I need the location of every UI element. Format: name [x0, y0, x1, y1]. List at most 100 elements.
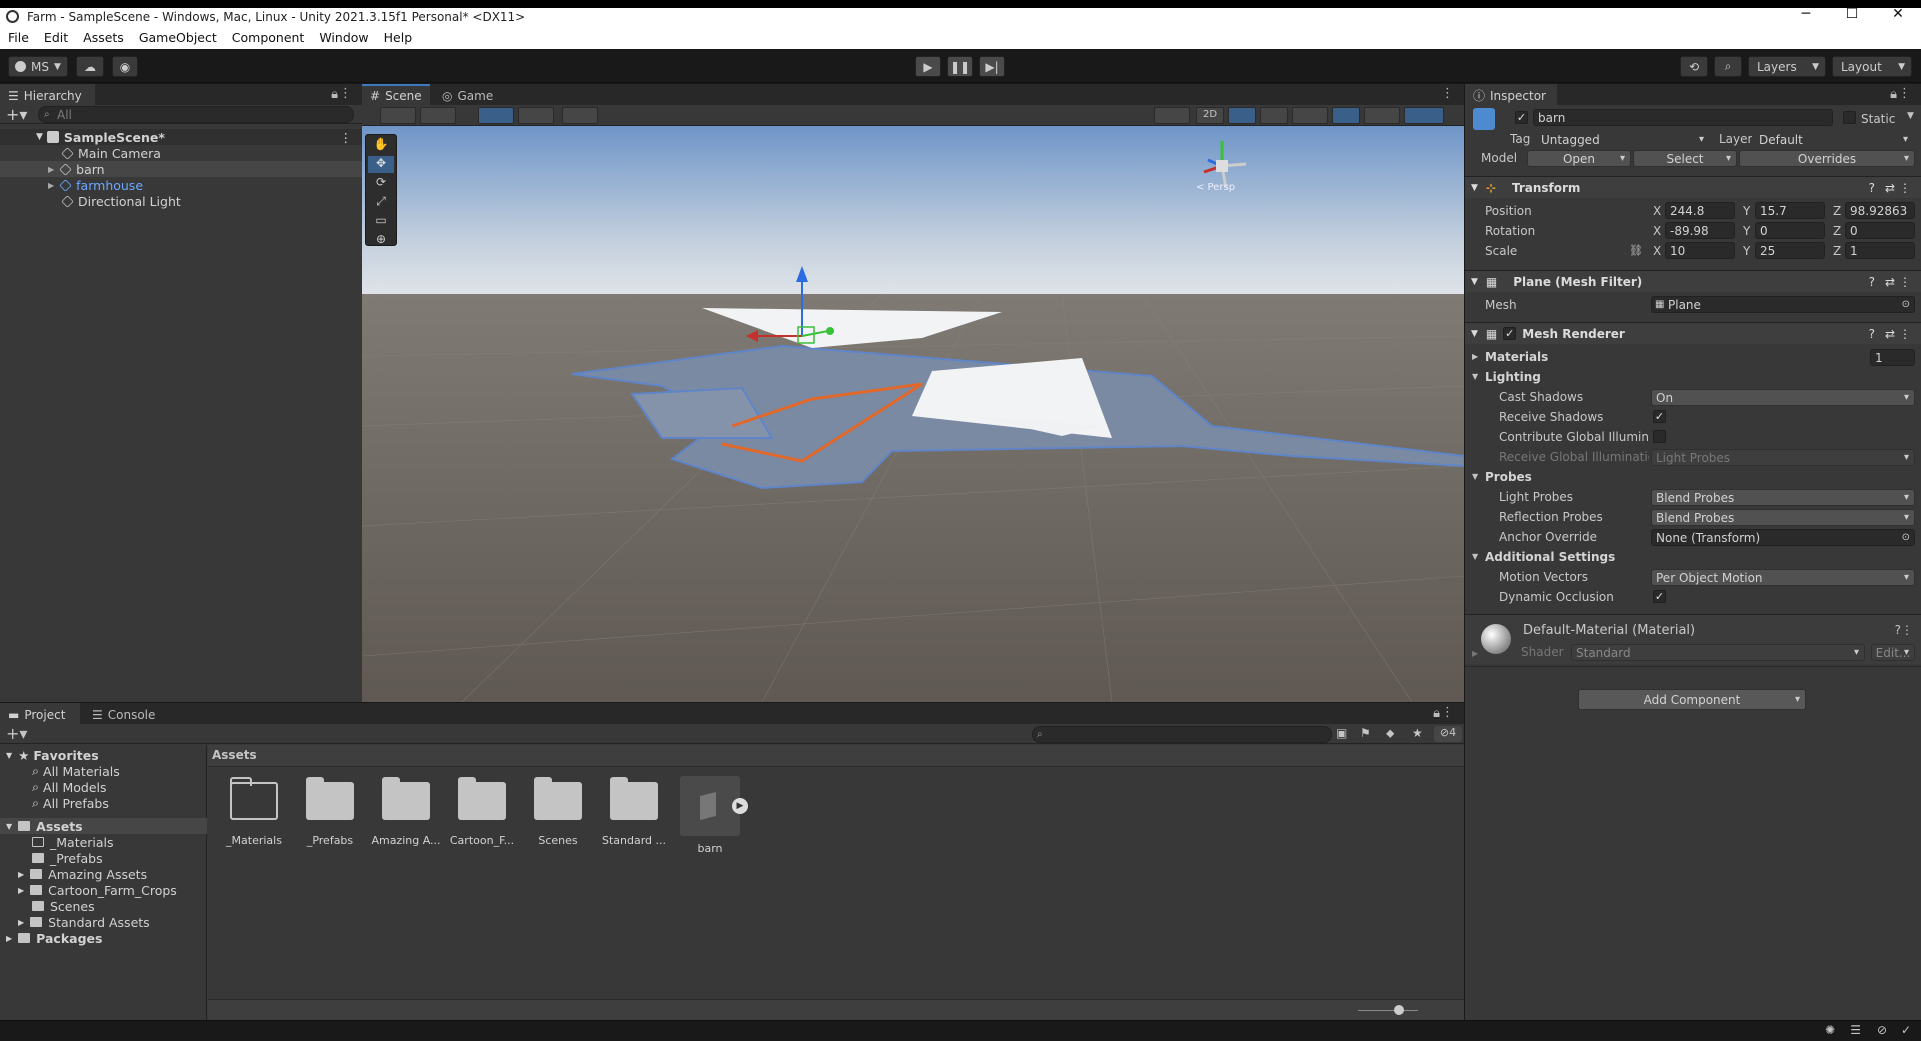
layers-dropdown[interactable]: Layers ▼: [1748, 56, 1826, 77]
help-icon[interactable]: ?: [1869, 327, 1875, 341]
expand-arrow-icon[interactable]: ▶: [1472, 352, 1478, 361]
asset-standard-assets-folder[interactable]: Standard ...: [598, 777, 670, 847]
kebab-menu-icon[interactable]: ⋮: [1441, 705, 1454, 720]
breadcrumb[interactable]: Assets: [212, 748, 257, 762]
tab-game[interactable]: ◎ Game: [434, 84, 496, 105]
kebab-menu-icon[interactable]: ⋮: [1899, 275, 1911, 289]
overrides-dropdown[interactable]: Overrides: [1739, 150, 1915, 167]
lighting-label[interactable]: Lighting: [1485, 370, 1541, 384]
cache-icon[interactable]: ☰: [1850, 1023, 1861, 1037]
menu-file[interactable]: File: [8, 30, 29, 45]
anchor-override-field[interactable]: None (Transform) ⊙: [1651, 529, 1915, 546]
asset-materials-folder[interactable]: _Materials: [218, 777, 290, 847]
scene-row[interactable]: ▼ SampleScene* ⋮: [0, 129, 362, 145]
static-checkbox[interactable]: [1843, 111, 1856, 124]
hierarchy-item-barn[interactable]: ▶ barn: [0, 161, 362, 177]
expand-arrow-icon[interactable]: ▼: [1472, 552, 1478, 561]
tag-icon[interactable]: ⬥: [1386, 726, 1394, 741]
shader-edit-button[interactable]: Edit...: [1871, 644, 1915, 661]
link-icon[interactable]: ⛓: [1629, 244, 1643, 257]
asset-prefabs-folder[interactable]: _Prefabs: [294, 777, 366, 847]
zoom-slider-thumb[interactable]: [1394, 1005, 1404, 1015]
search-button[interactable]: ⌕: [1714, 56, 1742, 77]
add-icon[interactable]: +▾: [6, 105, 27, 124]
shading-mode-button[interactable]: [1154, 107, 1190, 124]
scale-z-field[interactable]: 1: [1845, 242, 1915, 259]
object-picker-icon[interactable]: ⊙: [1902, 532, 1910, 543]
probes-label[interactable]: Probes: [1485, 470, 1532, 484]
zoom-slider-track[interactable]: [1358, 1010, 1418, 1011]
asset-scenes-folder[interactable]: Scenes: [522, 777, 594, 847]
add-component-button[interactable]: Add Component: [1578, 689, 1806, 710]
search-by-label-icon[interactable]: ⚑: [1360, 726, 1371, 740]
tab-hierarchy[interactable]: ☰ Hierarchy: [0, 84, 95, 105]
materials-label[interactable]: Materials: [1485, 350, 1548, 364]
draw-mode-button[interactable]: [380, 107, 416, 124]
2d-toggle-button[interactable]: 2D: [1196, 107, 1224, 124]
maximize-button[interactable]: ☐: [1829, 6, 1875, 22]
menu-edit[interactable]: Edit: [44, 30, 68, 45]
kebab-menu-icon[interactable]: ⋮: [340, 130, 353, 145]
favorites-row[interactable]: ▼ ★ Favorites: [0, 747, 99, 763]
receive-shadows-checkbox[interactable]: ✓: [1653, 410, 1666, 423]
grid-snap-button[interactable]: [478, 107, 514, 124]
rect-tool-icon[interactable]: ▭: [368, 213, 394, 230]
kebab-menu-icon[interactable]: ⋮: [1899, 181, 1911, 195]
favorite-all-models[interactable]: ⌕ All Models: [32, 779, 107, 795]
lock-icon[interactable]: 🔒︎: [331, 87, 338, 102]
hidden-packages-button[interactable]: ⊘4: [1434, 726, 1462, 742]
scale-y-field[interactable]: 25: [1755, 242, 1825, 259]
transform-header[interactable]: ▼ ⊹ Transform ? ⇄ ⋮: [1465, 176, 1921, 198]
hand-tool-icon[interactable]: ✋: [368, 137, 394, 154]
rotation-y-field[interactable]: 0: [1755, 222, 1825, 239]
search-by-type-icon[interactable]: ▣: [1336, 726, 1347, 740]
favorite-all-prefabs[interactable]: ⌕ All Prefabs: [32, 795, 109, 811]
menu-window[interactable]: Window: [319, 30, 368, 45]
lock-icon[interactable]: 🔒︎: [1433, 706, 1440, 721]
asset-barn-model[interactable]: barn ▶: [674, 776, 748, 855]
position-y-field[interactable]: 15.7: [1755, 202, 1825, 219]
tab-inspector[interactable]: ⓘ Inspector: [1465, 84, 1557, 105]
minimize-button[interactable]: ─: [1783, 6, 1829, 22]
tab-scene[interactable]: # Scene: [362, 84, 430, 105]
checkmark-icon[interactable]: ✓: [1901, 1023, 1911, 1037]
collab-button[interactable]: ◉: [112, 56, 138, 77]
cloud-button[interactable]: ☁: [76, 56, 104, 77]
step-button[interactable]: ▶|: [979, 56, 1005, 77]
shader-dropdown[interactable]: Standard: [1571, 644, 1865, 661]
light-probes-dropdown[interactable]: Blend Probes: [1651, 489, 1915, 506]
account-dropdown[interactable]: MS ▼: [8, 56, 68, 77]
hierarchy-search-input[interactable]: ⌕ All: [38, 106, 354, 123]
help-icon[interactable]: ?: [1869, 181, 1875, 195]
select-button[interactable]: Select: [1633, 150, 1737, 167]
favorite-all-materials[interactable]: ⌕ All Materials: [32, 763, 120, 779]
object-name-input[interactable]: barn: [1533, 109, 1833, 126]
persp-label[interactable]: < Persp: [1196, 182, 1235, 193]
lighting-toggle-button[interactable]: [1228, 107, 1256, 124]
kebab-menu-icon[interactable]: ⋮: [1898, 86, 1911, 101]
asset-cartoon-farm-folder[interactable]: Cartoon_F...: [446, 777, 518, 847]
project-search-input[interactable]: ⌕: [1032, 726, 1332, 743]
effects-button[interactable]: [1292, 107, 1328, 124]
additional-settings-label[interactable]: Additional Settings: [1485, 550, 1615, 564]
preset-icon[interactable]: ⇄: [1885, 327, 1895, 341]
motion-vectors-dropdown[interactable]: Per Object Motion: [1651, 569, 1915, 586]
scene-viewport[interactable]: < Persp ✋ ✥ ⟳ ⤢ ▭ ⊕: [362, 126, 1464, 702]
kebab-menu-icon[interactable]: ⋮: [339, 86, 352, 101]
mesh-field[interactable]: ▦ Plane ⊙: [1651, 296, 1915, 313]
play-button[interactable]: ▶: [915, 56, 941, 77]
folder-standard-assets[interactable]: ▶ Standard Assets: [18, 914, 150, 930]
folder-amazing-assets[interactable]: ▶ Amazing Assets: [18, 866, 147, 882]
position-x-field[interactable]: 244.8: [1665, 202, 1735, 219]
move-tool-icon[interactable]: ✥: [368, 156, 394, 173]
packages-row[interactable]: ▶ Packages: [0, 930, 102, 946]
pause-button[interactable]: ❚❚: [947, 56, 973, 77]
close-button[interactable]: ✕: [1875, 6, 1921, 22]
active-checkbox[interactable]: ✓: [1515, 111, 1528, 124]
favorite-star-icon[interactable]: ★: [1412, 726, 1423, 740]
mesh-renderer-enabled-checkbox[interactable]: ✓: [1503, 327, 1517, 340]
menu-component[interactable]: Component: [232, 30, 305, 45]
help-icon[interactable]: ?: [1869, 275, 1875, 289]
hidden-objects-button[interactable]: [1332, 107, 1360, 124]
folder-cartoon-farm-crops[interactable]: ▶ Cartoon_Farm_Crops: [18, 882, 177, 898]
